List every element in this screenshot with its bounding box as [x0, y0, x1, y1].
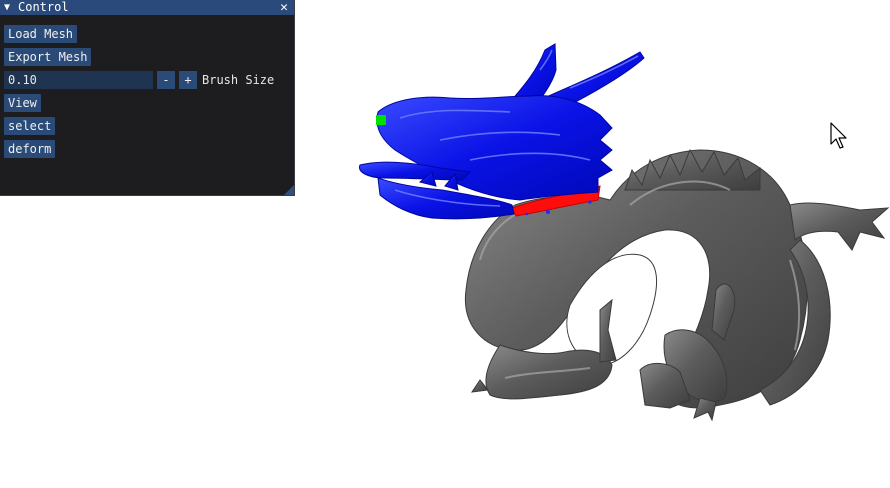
deform-button[interactable]: deform	[4, 140, 56, 158]
export-mesh-button[interactable]: Export Mesh	[4, 48, 92, 66]
view-button[interactable]: View	[4, 94, 41, 112]
load-mesh-button[interactable]: Load Mesh	[4, 25, 78, 43]
brush-size-input[interactable]: 0.10	[4, 71, 153, 89]
window-title: Control	[18, 0, 69, 14]
select-button[interactable]: select	[4, 117, 56, 135]
brush-size-row: 0.10 - + Brush Size	[4, 71, 274, 89]
brush-increase-button[interactable]: +	[179, 71, 197, 89]
close-icon[interactable]: ✕	[278, 0, 290, 15]
handle-point[interactable]	[376, 115, 386, 125]
brush-decrease-button[interactable]: -	[157, 71, 175, 89]
control-window[interactable]: ▼ Control ✕ Load Mesh Export Mesh 0.10 -…	[0, 0, 295, 196]
triangle-down-icon[interactable]: ▼	[4, 0, 16, 15]
resize-grip[interactable]	[284, 185, 294, 195]
mouse-pointer-icon	[830, 122, 847, 149]
brush-size-label: Brush Size	[202, 73, 275, 87]
control-titlebar[interactable]: ▼ Control ✕	[0, 0, 294, 15]
